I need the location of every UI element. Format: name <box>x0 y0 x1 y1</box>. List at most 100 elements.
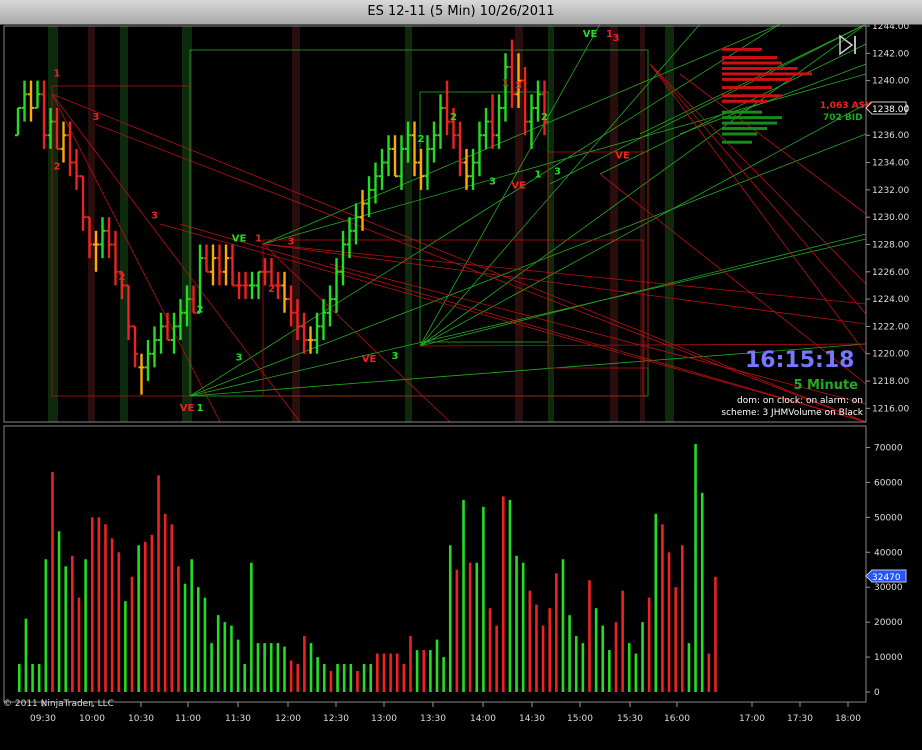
price-bar <box>60 121 67 163</box>
price-bar <box>275 271 281 300</box>
volume-bar <box>51 471 54 692</box>
volume-bar <box>276 643 280 692</box>
volume-bar <box>44 559 48 692</box>
time-tick-label: 13:00 <box>371 714 397 724</box>
trendline-down <box>51 93 221 423</box>
volume-bar <box>336 664 339 692</box>
volume-bar <box>269 643 273 692</box>
volume-band <box>48 26 58 422</box>
dom-level <box>722 94 782 98</box>
status-line-1: dom: on clock: on alarm: on <box>737 396 863 406</box>
dom-level <box>722 127 767 131</box>
trendlines <box>51 24 867 423</box>
price-bar <box>320 299 327 341</box>
trendline-up <box>549 24 867 185</box>
volume-bar <box>37 664 41 692</box>
swing-label: 2 <box>119 272 126 283</box>
price-bar <box>307 326 314 354</box>
volume-bar <box>230 625 233 692</box>
volume-bar <box>104 524 107 692</box>
price-bar <box>203 244 210 273</box>
price-tick-label: 1240.00 <box>872 77 909 87</box>
price-bar <box>431 121 437 163</box>
price-bar <box>301 312 307 354</box>
volume-bar <box>216 615 220 692</box>
trendline-up <box>419 24 601 347</box>
volume-bar <box>342 664 346 692</box>
dom-level <box>722 77 792 81</box>
dom-bid-label: 702 BID <box>823 113 863 123</box>
dom-level <box>722 66 797 70</box>
time-tick-label: 14:30 <box>519 714 545 724</box>
swing-label: 1 <box>54 68 61 79</box>
price-panel-frame <box>3 25 867 423</box>
volume-bar <box>283 646 286 692</box>
last-price-label: 1238.00 <box>872 105 909 115</box>
volume-bar <box>303 636 306 692</box>
swing-label: 3 <box>93 112 100 123</box>
price-bar <box>470 148 476 190</box>
volume-bar <box>574 636 578 692</box>
price-bar <box>242 271 249 300</box>
volume-bar <box>124 601 127 692</box>
swing-label: 3 <box>489 176 496 187</box>
volume-tick-label: 0 <box>874 688 880 698</box>
volume-bar <box>90 517 94 692</box>
price-bar <box>249 271 255 300</box>
swing-label: 1 <box>255 234 262 245</box>
price-bar <box>340 230 346 286</box>
volume-bar <box>435 639 439 692</box>
price-bar <box>164 312 171 342</box>
volume-tick-label: 60000 <box>874 478 903 488</box>
price-bar <box>41 80 47 149</box>
volume-bar <box>57 531 61 692</box>
time-tick-label: 13:30 <box>420 714 446 724</box>
swing-label: 3 <box>515 81 522 92</box>
swing-label: VE <box>362 354 377 365</box>
timeframe-label: 5 Minute <box>793 378 858 393</box>
volume-bar <box>641 622 644 692</box>
chart-canvas[interactable]: 12323VE 123VE 123VE 32231 3VE123VE 1 3VE 1244.… <box>0 24 922 750</box>
price-bar <box>73 148 80 190</box>
dom-level <box>722 61 782 65</box>
price-bar <box>457 121 463 177</box>
swing-label: 3 <box>288 236 295 247</box>
volume-bar <box>535 604 538 692</box>
volume-bar <box>714 576 717 692</box>
time-tick-label: 12:00 <box>275 714 301 724</box>
volume-bar <box>117 552 121 692</box>
price-bar <box>398 135 405 190</box>
dom-level <box>722 140 752 144</box>
status-line-2: scheme: 3 JHMVolume on Black <box>721 408 863 418</box>
volume-bars <box>18 443 717 692</box>
volume-bar <box>601 625 605 692</box>
price-bar <box>463 148 470 190</box>
volume-bar <box>362 664 366 692</box>
volume-band <box>182 26 192 422</box>
price-bar <box>28 80 34 122</box>
volume-bar <box>84 559 87 692</box>
price-bar <box>281 271 288 313</box>
price-bar <box>496 94 502 149</box>
price-bar <box>138 353 145 395</box>
price-bar <box>418 148 424 190</box>
volume-bar <box>482 506 485 692</box>
volume-bar <box>647 597 651 692</box>
time-tick-label: 11:30 <box>225 714 251 724</box>
volume-bar <box>681 545 684 692</box>
volume-bar <box>97 517 101 692</box>
price-bar <box>379 148 385 190</box>
play-icon[interactable] <box>839 34 856 56</box>
swing-label: 2 <box>54 161 61 172</box>
volume-bar <box>24 618 28 692</box>
volume-bar <box>614 622 618 692</box>
price-bar <box>216 244 223 286</box>
time-tick-label: 15:30 <box>617 714 643 724</box>
volume-bar <box>475 562 479 692</box>
volume-bar <box>674 587 677 692</box>
price-bar <box>528 94 535 149</box>
price-bar <box>15 106 21 137</box>
volume-bar <box>395 653 399 692</box>
time-tick-label: 11:00 <box>175 714 201 724</box>
volume-bar <box>223 622 227 692</box>
